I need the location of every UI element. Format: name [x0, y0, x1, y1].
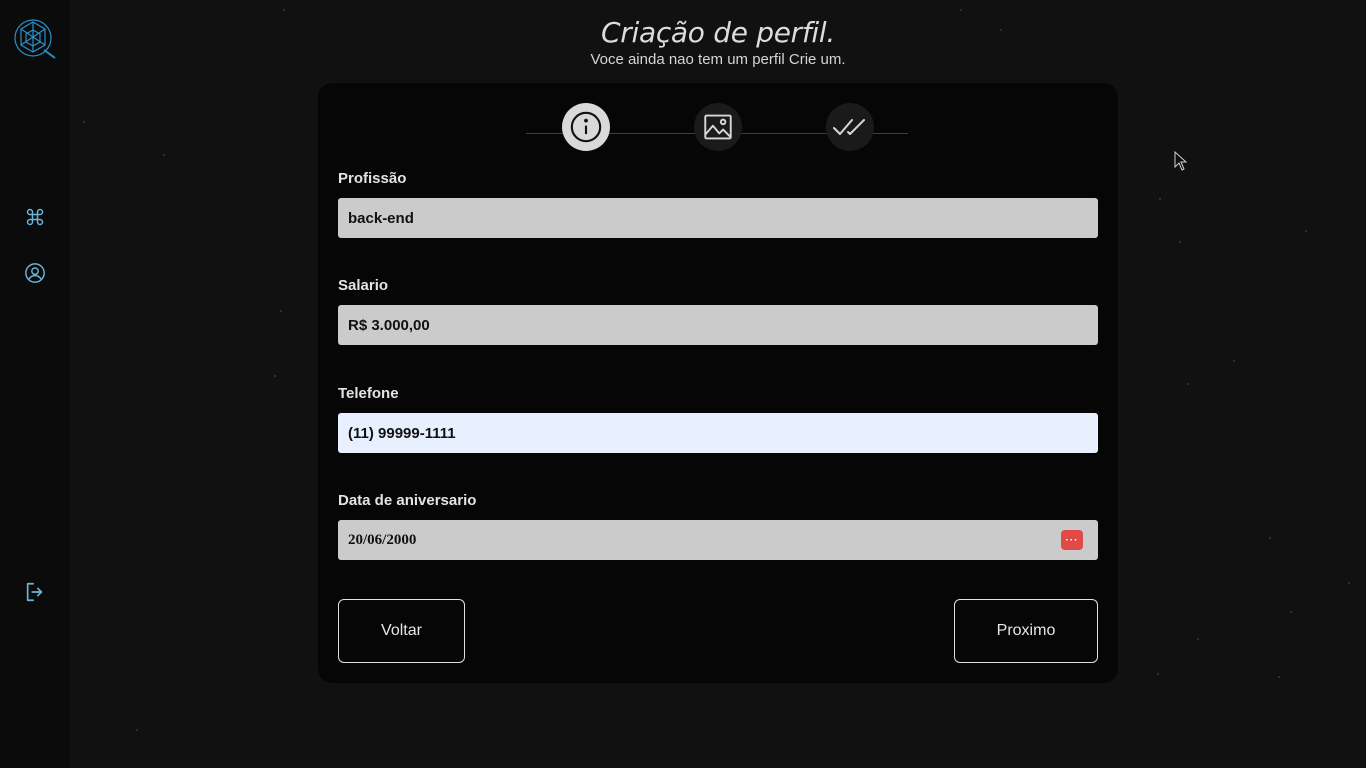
- aniversario-date-input[interactable]: [338, 520, 1098, 560]
- salario-label: Salario: [338, 277, 389, 294]
- profissao-input[interactable]: [338, 198, 1098, 238]
- mouse-cursor-icon: [1174, 150, 1188, 176]
- profissao-label: Profissão: [338, 170, 407, 187]
- profile-form-card: Profissão Salario Telefone Data de anive…: [318, 83, 1118, 683]
- step-image[interactable]: [694, 103, 742, 151]
- salario-input[interactable]: [338, 305, 1098, 345]
- telefone-input[interactable]: [338, 413, 1098, 453]
- step-confirm[interactable]: [826, 103, 874, 151]
- page-title: Criação de perfil.: [601, 16, 835, 49]
- stepper: [318, 93, 1118, 153]
- user-circle-icon[interactable]: [23, 261, 47, 285]
- sidebar: [0, 0, 70, 768]
- page-subtitle: Voce ainda nao tem um perfil Crie um.: [590, 51, 846, 68]
- aniversario-label: Data de aniversario: [338, 492, 477, 509]
- image-icon: [704, 114, 732, 140]
- back-button[interactable]: Voltar: [338, 599, 465, 663]
- double-check-icon: [833, 119, 865, 135]
- command-icon[interactable]: [23, 205, 47, 229]
- info-icon: [570, 111, 602, 143]
- logout-icon[interactable]: [23, 580, 47, 604]
- telefone-label: Telefone: [338, 385, 399, 402]
- page-header: Criação de perfil. Voce ainda nao tem um…: [0, 16, 1366, 68]
- step-info[interactable]: [562, 103, 610, 151]
- calendar-icon[interactable]: ···: [1061, 530, 1083, 550]
- next-button[interactable]: Proximo: [954, 599, 1098, 663]
